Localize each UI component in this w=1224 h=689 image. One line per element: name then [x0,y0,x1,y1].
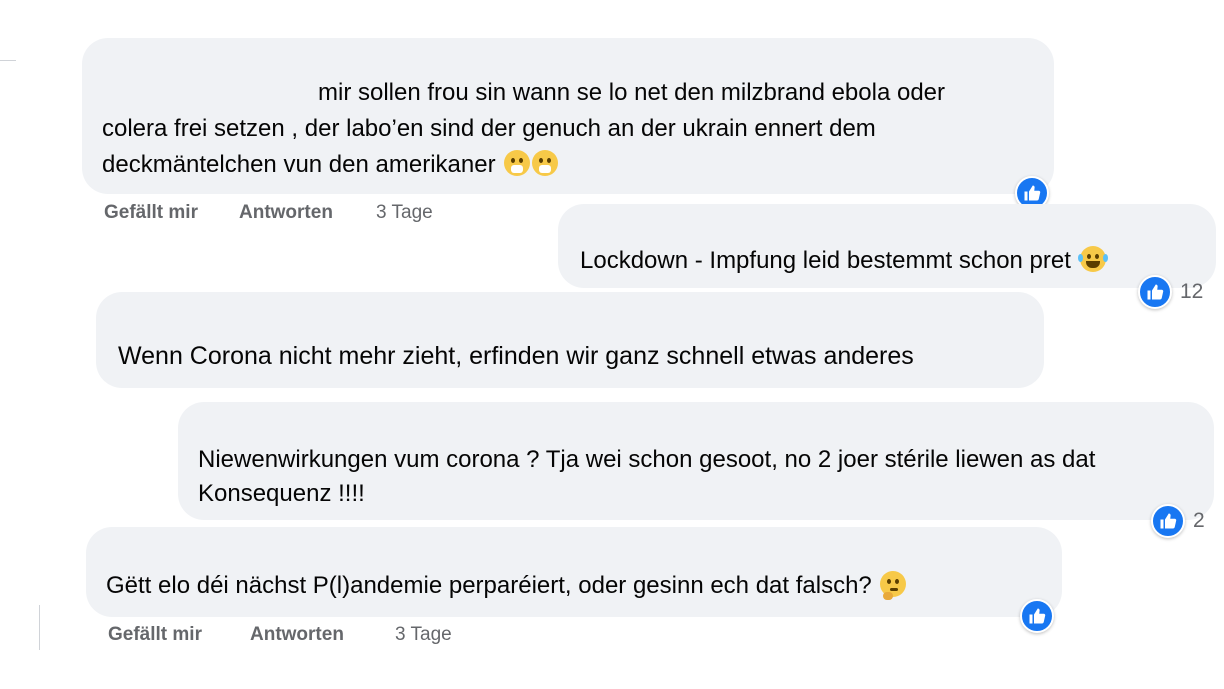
comment-text-line: Konsequenz !!!! [198,480,365,507]
reaction-summary[interactable]: 12 [1138,275,1203,309]
like-icon [1151,504,1185,538]
face-with-hands-over-mouth-icon [532,150,559,176]
comment-text: deckmäntelchen vun den amerikaner [102,151,496,178]
timestamp[interactable]: 3 Tage [376,202,433,224]
comment-bubble-4: Niewenwirkungen vum corona ? Tja wei sch… [178,402,1214,520]
like-link[interactable]: Gefällt mir [104,202,198,224]
reaction-summary[interactable]: 2 [1151,504,1205,538]
like-icon [1138,275,1172,309]
comment-bubble-2: Lockdown - Impfung leid bestemmt schon p… [558,204,1216,288]
thinking-face-icon [880,571,907,600]
comment-text-line: Lockdown - Impfung leid bestemmt schon p… [580,243,1108,279]
reply-link[interactable]: Antworten [250,624,344,646]
like-link[interactable]: Gefällt mir [108,624,202,646]
comment-text-line: Niewenwirkungen vum corona ? Tja wei sch… [198,446,1096,473]
comment-text-line: colera frei setzen , der labo’en sind de… [102,115,876,142]
comment-bubble-3: Wenn Corona nicht mehr zieht, erfinden w… [96,292,1044,388]
comment-text-line: mir sollen frou sin wann se lo net den m… [318,79,946,106]
comment-bubble-5: Gëtt elo déi nächst P(l)andemie perparéi… [86,527,1062,617]
comment-text-line: Gëtt elo déi nächst P(l)andemie perparéi… [106,568,907,604]
comment-text: Gëtt elo déi nächst P(l)andemie perparéi… [106,572,872,599]
comment-actions: Gefällt mir Antworten 3 Tage [108,624,528,648]
reply-link[interactable]: Antworten [239,202,333,224]
face-with-hands-over-mouth-icon [504,150,531,176]
comment-bubble-1: mir sollen frou sin wann se lo net den m… [82,38,1054,194]
reaction-count: 12 [1180,280,1204,303]
comment-actions: Gefällt mir Antworten 3 Tage [104,202,504,226]
comment-text: Lockdown - Impfung leid bestemmt schon p… [580,247,1071,274]
comment-text-line: deckmäntelchen vun den amerikaner [102,147,559,183]
reaction-count: 2 [1193,509,1205,532]
like-icon [1020,599,1054,633]
thread-line [39,605,40,650]
face-with-tears-of-joy-icon [1077,246,1108,272]
comment-text-line: Wenn Corona nicht mehr zieht, erfinden w… [118,342,914,370]
reaction-summary[interactable] [1020,599,1054,633]
timestamp[interactable]: 3 Tage [395,624,452,646]
divider-line [0,60,16,61]
